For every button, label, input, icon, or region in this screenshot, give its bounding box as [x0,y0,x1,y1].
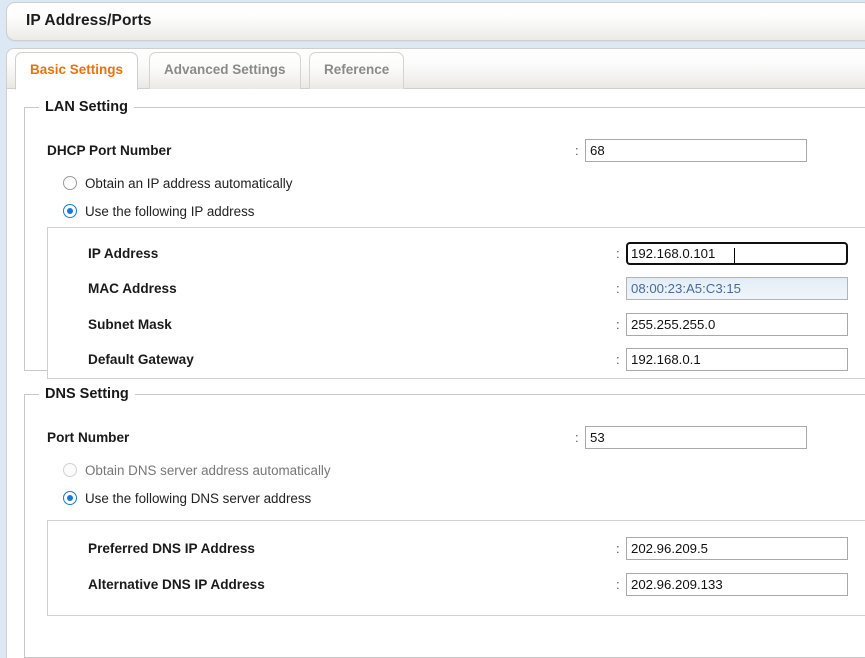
alternative-dns-label: Alternative DNS IP Address [88,577,265,592]
dns-port-number-label: Port Number [47,430,130,445]
row-default-gateway: Default Gateway : 192.168.0.1 [88,348,865,372]
tab-basic-settings[interactable]: Basic Settings [15,52,139,90]
row-preferred-dns: Preferred DNS IP Address : 202.96.209.5 [88,537,865,561]
separator-colon: : [616,577,620,592]
separator-colon: : [616,246,620,261]
window-titlebar: IP Address/Ports [6,2,865,41]
preferred-dns-input[interactable]: 202.96.209.5 [626,537,848,560]
ip-address-label: IP Address [88,246,159,261]
tab-advanced-settings[interactable]: Advanced Settings [149,52,301,90]
separator-colon: : [616,541,620,556]
row-alternative-dns: Alternative DNS IP Address : 202.96.209.… [88,573,865,597]
radio-use-following-ip-label: Use the following IP address [85,204,255,219]
separator-colon: : [616,352,620,367]
default-gateway-label: Default Gateway [88,352,194,367]
radio-obtain-ip-automatically[interactable]: Obtain an IP address automatically [63,173,563,195]
radio-obtain-ip-automatically-label: Obtain an IP address automatically [85,176,293,191]
dns-setting-legend: DNS Setting [45,386,129,402]
radio-use-following-ip[interactable]: Use the following IP address [63,201,563,223]
separator-colon: : [575,430,579,445]
row-dhcp-port-number: DHCP Port Number : 68 [47,139,847,163]
ip-address-input[interactable]: 192.168.0.101 [626,242,848,265]
dhcp-port-number-input[interactable]: 68 [585,139,807,162]
tab-panel: Basic Settings Advanced Settings Referen… [6,48,865,658]
tab-strip: Basic Settings Advanced Settings Referen… [7,49,865,90]
default-gateway-input[interactable]: 192.168.0.1 [626,348,848,371]
radio-button-icon[interactable] [63,204,77,218]
subnet-mask-label: Subnet Mask [88,317,172,332]
separator-colon: : [575,143,579,158]
page-title: IP Address/Ports [26,12,152,29]
separator-colon: : [616,317,620,332]
app-window: IP Address/Ports Basic Settings Advanced… [0,0,865,658]
text-caret [734,248,736,263]
radio-obtain-dns-automatically[interactable]: Obtain DNS server address automatically [63,460,583,482]
dns-setting-group: DNS Setting Port Number : 53 Obtain DNS … [24,386,865,658]
radio-obtain-dns-automatically-label: Obtain DNS server address automatically [85,463,331,478]
alternative-dns-input[interactable]: 202.96.209.133 [626,573,848,596]
radio-button-icon[interactable] [63,491,77,505]
dns-port-number-input[interactable]: 53 [585,426,807,449]
radio-use-following-dns-label: Use the following DNS server address [85,491,312,506]
row-dns-port-number: Port Number : 53 [47,426,847,450]
dns-address-subgroup: Preferred DNS IP Address : 202.96.209.5 … [47,520,865,616]
row-subnet-mask: Subnet Mask : 255.255.255.0 [88,313,865,337]
lan-setting-group: LAN Setting DHCP Port Number : 68 Obtain… [24,99,865,379]
row-mac-address: MAC Address : 08:00:23:A5:C3:15 [88,277,865,301]
lan-setting-legend: LAN Setting [45,99,128,115]
radio-button-icon[interactable] [63,176,77,190]
lan-address-subgroup: IP Address : 192.168.0.101 MAC Address :… [47,227,865,379]
preferred-dns-label: Preferred DNS IP Address [88,541,255,556]
dhcp-port-number-label: DHCP Port Number [47,143,172,158]
subnet-mask-input[interactable]: 255.255.255.0 [626,313,848,336]
radio-use-following-dns[interactable]: Use the following DNS server address [63,488,583,510]
mac-address-label: MAC Address [88,281,177,296]
mac-address-input: 08:00:23:A5:C3:15 [626,277,848,300]
tab-content-basic-settings: LAN Setting DHCP Port Number : 68 Obtain… [7,89,865,658]
tab-reference[interactable]: Reference [309,52,405,90]
radio-button-icon[interactable] [63,463,77,477]
row-ip-address: IP Address : 192.168.0.101 [88,242,865,266]
separator-colon: : [616,281,620,296]
